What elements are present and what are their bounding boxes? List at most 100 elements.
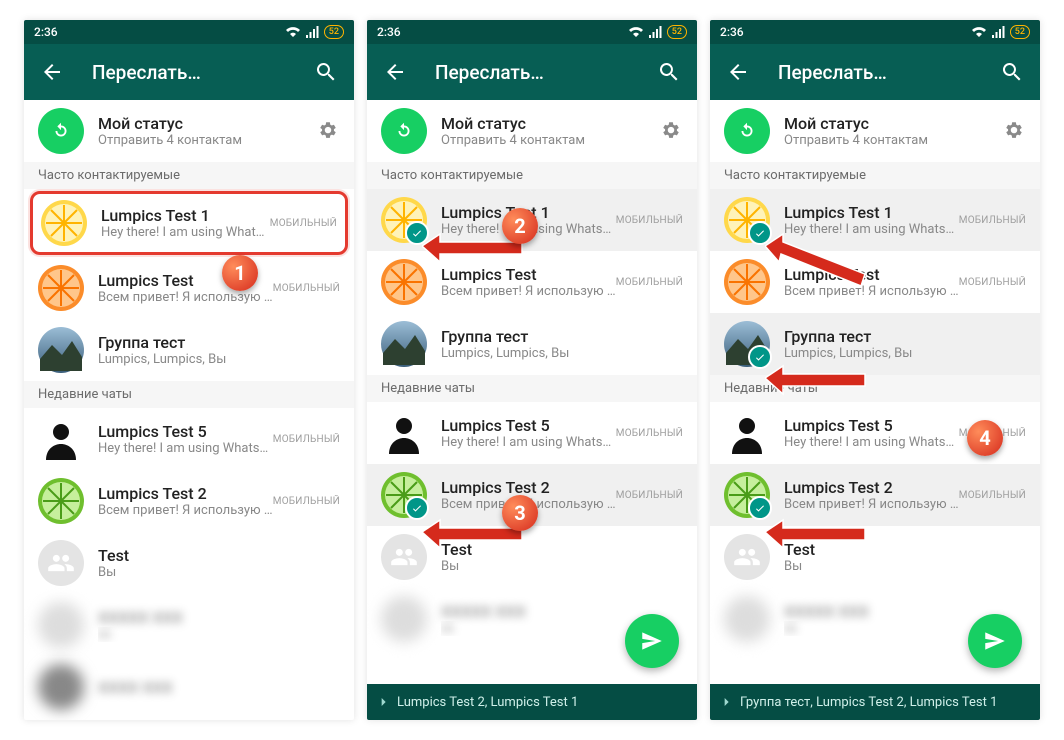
citrus-icon bbox=[381, 259, 427, 305]
wifi-icon bbox=[629, 26, 643, 38]
my-status-row[interactable]: Мой статусОтправить 4 контактам bbox=[710, 100, 1040, 162]
back-arrow-icon bbox=[383, 60, 407, 84]
section-frequent: Часто контактируемые bbox=[367, 162, 697, 189]
landscape-avatar-icon bbox=[38, 327, 84, 373]
back-button[interactable] bbox=[718, 52, 758, 92]
refresh-icon bbox=[50, 120, 72, 142]
chevron-right-icon bbox=[718, 694, 734, 710]
contact-avatar bbox=[381, 410, 427, 456]
contact-status: Hey there! I am using WhatsApp. bbox=[101, 225, 270, 240]
person-silhouette-icon bbox=[381, 410, 427, 456]
screen-title: Переслать… bbox=[435, 61, 649, 84]
contact-avatar bbox=[724, 410, 770, 456]
contact-avatar bbox=[724, 321, 770, 367]
status-settings-button[interactable] bbox=[1002, 119, 1026, 143]
status-bar: 2:36 52 bbox=[24, 20, 354, 44]
status-bar: 2:36 52 bbox=[710, 20, 1040, 44]
contact-status: Hey there! I am using WhatsApp. bbox=[98, 441, 273, 456]
contact-avatar bbox=[381, 534, 427, 580]
battery-indicator: 52 bbox=[667, 25, 687, 39]
contact-type-tag: МОБИЛЬНЫЙ bbox=[273, 434, 340, 445]
status-avatar bbox=[381, 108, 427, 154]
citrus-icon bbox=[38, 265, 84, 311]
contact-avatar bbox=[38, 602, 84, 648]
battery-indicator: 52 bbox=[324, 25, 344, 39]
search-button[interactable] bbox=[306, 52, 346, 92]
search-icon bbox=[657, 60, 681, 84]
screenshot-2: 2:36 52 Переслать… Мой статусОтправить 4… bbox=[367, 20, 697, 720]
contact-name: Группа тест bbox=[98, 333, 340, 352]
back-arrow-icon bbox=[40, 60, 64, 84]
gear-icon bbox=[1002, 119, 1026, 143]
contact-avatar bbox=[381, 197, 427, 243]
contact-row-group-test[interactable]: Группа тестLumpics, Lumpics, Вы bbox=[367, 313, 697, 375]
screen-title: Переслать… bbox=[92, 61, 306, 84]
back-button[interactable] bbox=[375, 52, 415, 92]
contact-row-lumpics-test[interactable]: Lumpics TestВсем привет! Я использую Wha… bbox=[710, 251, 1040, 313]
status-bar: 2:36 52 bbox=[367, 20, 697, 44]
contact-status: Lumpics, Lumpics, Вы bbox=[98, 352, 340, 367]
contact-avatar bbox=[724, 259, 770, 305]
step-marker-2: 2 bbox=[502, 208, 538, 244]
contact-row-blurred[interactable]: XXXX XXX bbox=[24, 656, 354, 718]
person-silhouette-icon bbox=[724, 410, 770, 456]
gear-icon bbox=[316, 119, 340, 143]
send-fab[interactable] bbox=[625, 614, 679, 668]
contact-type-tag: МОБИЛЬНЫЙ bbox=[273, 496, 340, 507]
status-time: 2:36 bbox=[34, 25, 58, 39]
wifi-icon bbox=[286, 26, 300, 38]
contact-avatar bbox=[38, 478, 84, 524]
contact-status: Всем привет! Я использую WhatsApp. bbox=[98, 503, 273, 518]
contact-row-lumpics-test-1[interactable]: Lumpics Test 1Hey there! I am using What… bbox=[710, 189, 1040, 251]
send-icon bbox=[639, 628, 665, 654]
contact-row-lumpics-test[interactable]: Lumpics TestВсем привет! Я использую Wha… bbox=[367, 251, 697, 313]
contact-type-tag: МОБИЛЬНЫЙ bbox=[270, 218, 337, 229]
contact-row-lumpics-test[interactable]: Lumpics TestВсем привет! Я использую Wha… bbox=[24, 257, 354, 319]
screenshot-3: 2:36 52 Переслать… Мой статусОтправить 4… bbox=[710, 20, 1040, 720]
step-marker-1: 1 bbox=[222, 255, 258, 291]
back-button[interactable] bbox=[32, 52, 72, 92]
gear-icon bbox=[659, 119, 683, 143]
my-status-row[interactable]: Мой статусОтправить 4 контактам bbox=[24, 100, 354, 162]
contact-row-test[interactable]: TestВы bbox=[710, 526, 1040, 588]
section-recent: Недавние чаты bbox=[24, 381, 354, 408]
person-silhouette-icon bbox=[38, 416, 84, 462]
signal-icon bbox=[305, 26, 319, 38]
contact-row-lumpics-test-2[interactable]: Lumpics Test 2Всем привет! Я использую W… bbox=[24, 470, 354, 532]
contact-row-lumpics-test-5[interactable]: Lumpics Test 5Hey there! I am using What… bbox=[367, 402, 697, 464]
contact-row-group-test[interactable]: Группа тестLumpics, Lumpics, Вы bbox=[24, 319, 354, 381]
signal-icon bbox=[991, 26, 1005, 38]
refresh-icon bbox=[736, 120, 758, 142]
section-frequent: Часто контактируемые bbox=[710, 162, 1040, 189]
contact-row-test[interactable]: TestВы bbox=[24, 532, 354, 594]
contact-name: Lumpics Test 5 bbox=[98, 422, 273, 441]
send-icon bbox=[982, 628, 1008, 654]
status-settings-button[interactable] bbox=[316, 119, 340, 143]
contact-avatar bbox=[38, 265, 84, 311]
back-arrow-icon bbox=[726, 60, 750, 84]
status-settings-button[interactable] bbox=[659, 119, 683, 143]
contact-row-lumpics-test-5[interactable]: Lumpics Test 5Hey there! I am using What… bbox=[24, 408, 354, 470]
contact-row-lumpics-test-1[interactable]: Lumpics Test 1Hey there! I am using What… bbox=[30, 191, 348, 255]
status-time: 2:36 bbox=[720, 25, 744, 39]
search-button[interactable] bbox=[992, 52, 1032, 92]
refresh-icon bbox=[393, 120, 415, 142]
my-status-title: Мой статус bbox=[98, 114, 316, 133]
contact-name: Lumpics Test 2 bbox=[98, 484, 273, 503]
chevron-right-icon bbox=[375, 694, 391, 710]
contact-avatar bbox=[724, 534, 770, 580]
wifi-icon bbox=[972, 26, 986, 38]
screenshot-1: 2:36 52 Переслать… Мой статусОтправить 4… bbox=[24, 20, 354, 720]
my-status-row[interactable]: Мой статусОтправить 4 контактам bbox=[367, 100, 697, 162]
my-status-sub: Отправить 4 контактам bbox=[98, 133, 316, 148]
contact-row-test[interactable]: TestВы bbox=[367, 526, 697, 588]
landscape-avatar-icon bbox=[381, 321, 427, 367]
step-marker-3: 3 bbox=[502, 495, 538, 531]
contact-row-blurred[interactable]: XXXXX XXXxx bbox=[24, 594, 354, 656]
section-recent: Недавние чаты bbox=[710, 375, 1040, 402]
contact-row-group-test[interactable]: Группа тестLumpics, Lumpics, Вы bbox=[710, 313, 1040, 375]
contact-avatar bbox=[381, 321, 427, 367]
search-button[interactable] bbox=[649, 52, 689, 92]
contact-row-lumpics-test-2[interactable]: Lumpics Test 2Всем привет! Я использую W… bbox=[710, 464, 1040, 526]
send-fab[interactable] bbox=[968, 614, 1022, 668]
